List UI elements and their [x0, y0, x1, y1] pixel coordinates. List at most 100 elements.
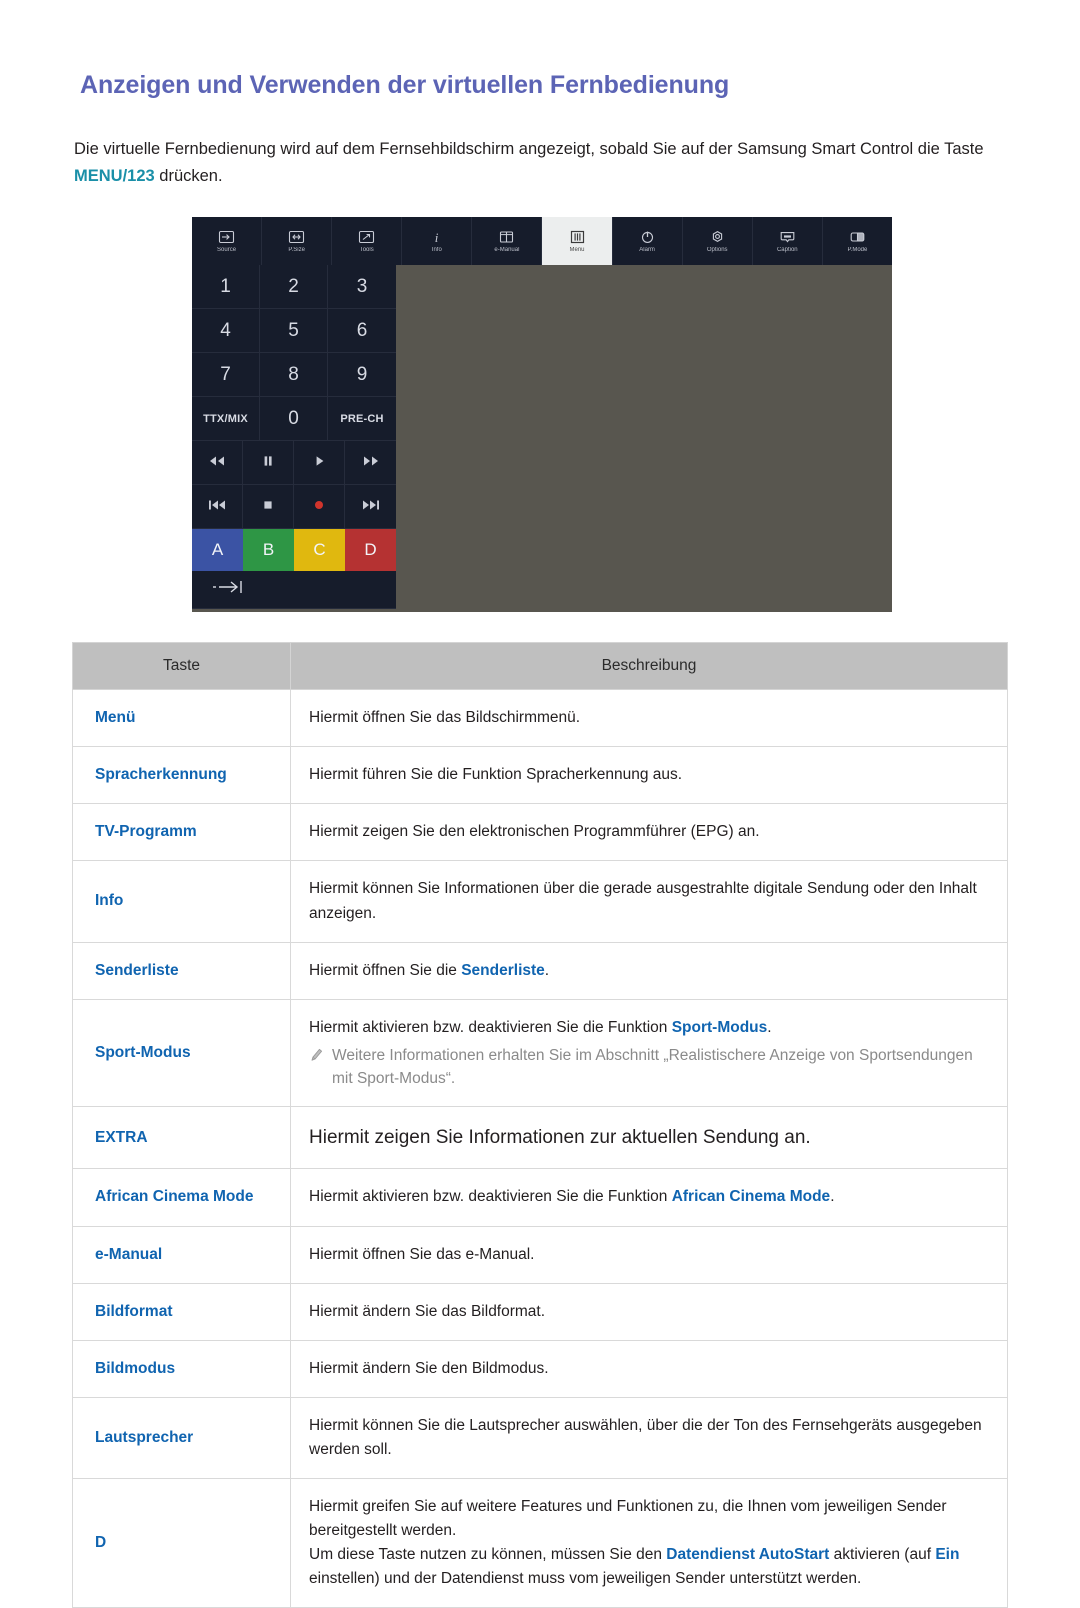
- inline-keyword: Ein: [935, 1545, 960, 1563]
- table-row: Lautsprecher Hiermit können Sie die Lauts…: [72, 1396, 1008, 1479]
- row-term: Bildmodus: [72, 1339, 291, 1398]
- toolbar-button-menu[interactable]: Menu: [542, 217, 613, 266]
- toolbar-button-options[interactable]: Options: [683, 217, 753, 266]
- row-description: Hiermit greifen Sie auf weitere Features…: [290, 1477, 1008, 1608]
- intro-paragraph: Die virtuelle Fernbedienung wird auf dem…: [74, 136, 1008, 189]
- remote-tab-row[interactable]: [192, 571, 396, 610]
- inline-keyword: Datendienst AutoStart: [666, 1545, 830, 1563]
- toolbar-button-label: Caption: [776, 246, 798, 253]
- row-description: Hiermit aktivieren bzw. deaktivieren Sie…: [290, 998, 1008, 1108]
- numpad-key-1[interactable]: 1: [192, 265, 260, 310]
- color-button-label: A: [211, 540, 224, 560]
- toolbar-button-label: Options: [706, 246, 728, 253]
- table-row: Info Hiermit können Sie Informationen übe…: [72, 860, 1008, 943]
- info-icon: i: [428, 230, 446, 245]
- numpad-key-ttx-mix[interactable]: TTX/MIX: [192, 397, 260, 442]
- inline-keyword: African Cinema Mode: [671, 1188, 831, 1206]
- row-description: Hiermit können Sie die Lautsprecher ausw…: [290, 1396, 1008, 1479]
- media-button-record[interactable]: [294, 485, 345, 530]
- color-button-c[interactable]: C: [294, 529, 345, 572]
- page-title: Anzeigen und Verwenden der virtuellen Fe…: [80, 71, 730, 99]
- record-icon: [312, 498, 326, 515]
- toolbar-button-label: Info: [431, 246, 442, 253]
- tab-arrow-icon: [212, 580, 246, 599]
- menu-icon: [568, 230, 586, 245]
- row-description: Hiermit öffnen Sie die Senderliste.: [290, 941, 1008, 1000]
- media-button-stop[interactable]: [243, 485, 294, 530]
- row-description: Hiermit führen Sie die Funktion Spracher…: [290, 746, 1008, 805]
- inline-keyword: Senderliste: [461, 961, 545, 979]
- caption-icon: [778, 230, 796, 245]
- toolbar-button-label: Tools: [359, 246, 374, 253]
- toolbar-button-label: P.Size: [288, 246, 305, 253]
- svg-text:i: i: [435, 230, 439, 244]
- row-term: Bildformat: [72, 1282, 291, 1341]
- media-button-play[interactable]: [294, 441, 345, 486]
- table-header-row: Taste Beschreibung: [72, 642, 1008, 691]
- row-description: Hiermit aktivieren bzw. deaktivieren Sie…: [290, 1168, 1008, 1227]
- toolbar-button-e-manual[interactable]: e-Manual: [472, 217, 543, 266]
- pause-icon: [261, 454, 275, 471]
- row-note: Weitere Informationen erhalten Sie im Ab…: [309, 1044, 989, 1091]
- color-button-d[interactable]: D: [345, 529, 396, 572]
- row-description: Hiermit ändern Sie das Bildformat.: [290, 1282, 1008, 1341]
- table-row: TV-Programm Hiermit zeigen Sie den elektr…: [72, 803, 1008, 862]
- column-header-taste: Taste: [72, 642, 291, 691]
- numpad-key-6[interactable]: 6: [328, 309, 396, 354]
- row-term: Menü: [72, 689, 291, 748]
- numpad-key-8[interactable]: 8: [260, 353, 328, 398]
- media-button-previous[interactable]: [192, 485, 243, 530]
- remote-numpad: 1 2 3 4 5 6 7 8 9 TTX/MIX 0 PRE-CH: [192, 265, 396, 442]
- numpad-key-2[interactable]: 2: [260, 265, 328, 310]
- numpad-key-pre-ch[interactable]: PRE-CH: [328, 397, 396, 442]
- color-button-b[interactable]: B: [243, 529, 294, 572]
- remote-color-buttons: A B C D: [192, 529, 396, 572]
- numpad-key-3[interactable]: 3: [328, 265, 396, 310]
- media-button-pause[interactable]: [243, 441, 294, 486]
- column-header-beschreibung: Beschreibung: [290, 642, 1008, 691]
- remote-media-row-1: [192, 441, 396, 486]
- numpad-key-5[interactable]: 5: [260, 309, 328, 354]
- numpad-key-4[interactable]: 4: [192, 309, 260, 354]
- media-button-fast-forward[interactable]: [345, 441, 396, 486]
- table-row: Bildformat Hiermit ändern Sie das Bildfor…: [72, 1282, 1008, 1341]
- stop-icon: [261, 498, 275, 515]
- table-row: African Cinema Mode Hiermit aktivieren bz…: [72, 1168, 1008, 1227]
- media-button-next[interactable]: [345, 485, 396, 530]
- row-term: EXTRA: [72, 1106, 291, 1170]
- play-icon: [312, 454, 326, 471]
- alarm-icon: [638, 230, 656, 245]
- intro-text-part2: drücken.: [154, 166, 223, 185]
- intro-text-part1: Die virtuelle Fernbedienung wird auf dem…: [74, 140, 984, 158]
- pmode-icon: [848, 230, 866, 245]
- table-row: Spracherkennung Hiermit führen Sie die Fu…: [72, 746, 1008, 805]
- numpad-key-0[interactable]: 0: [260, 397, 328, 442]
- row-note-text: Weitere Informationen erhalten Sie im Ab…: [332, 1046, 973, 1087]
- options-icon: [708, 230, 726, 245]
- toolbar-button-info[interactable]: i Info: [402, 217, 473, 266]
- color-button-a[interactable]: A: [192, 529, 243, 572]
- numpad-key-9[interactable]: 9: [328, 353, 396, 398]
- toolbar-button-source[interactable]: Source: [192, 217, 263, 266]
- row-term: D: [72, 1477, 291, 1608]
- remote-media-row-2: [192, 485, 396, 530]
- media-button-rewind[interactable]: [192, 441, 243, 486]
- color-button-label: B: [262, 540, 275, 560]
- toolbar-button-p-mode[interactable]: P.Mode: [823, 217, 892, 265]
- table-row: Bildmodus Hiermit ändern Sie den Bildmodu…: [72, 1339, 1008, 1398]
- document-page: Anzeigen und Verwenden der virtuellen Fe…: [0, 70, 1080, 1608]
- button-description-table: Taste Beschreibung Menü Hiermit öffnen Si…: [72, 642, 1008, 1608]
- row-description: Hiermit öffnen Sie das e-Manual.: [290, 1225, 1008, 1284]
- toolbar-button-tools[interactable]: Tools: [332, 217, 403, 266]
- virtual-remote-figure: Source P.Size Tools i Info e-Manual Menu…: [192, 217, 892, 613]
- remote-toolbar: Source P.Size Tools i Info e-Manual Menu…: [192, 217, 892, 266]
- color-button-label: C: [313, 540, 326, 560]
- toolbar-button-p-size[interactable]: P.Size: [262, 217, 333, 266]
- toolbar-button-caption[interactable]: Caption: [753, 217, 823, 266]
- numpad-key-7[interactable]: 7: [192, 353, 260, 398]
- table-row: EXTRA Hiermit zeigen Sie Informationen zu…: [72, 1106, 1008, 1170]
- remote-body: 1 2 3 4 5 6 7 8 9 TTX/MIX 0 PRE-CH A B C D: [192, 265, 396, 610]
- row-description: Hiermit zeigen Sie den elektronischen Pr…: [290, 803, 1008, 862]
- inline-keyword: Sport-Modus: [671, 1018, 768, 1036]
- toolbar-button-alarm[interactable]: Alarm: [613, 217, 683, 266]
